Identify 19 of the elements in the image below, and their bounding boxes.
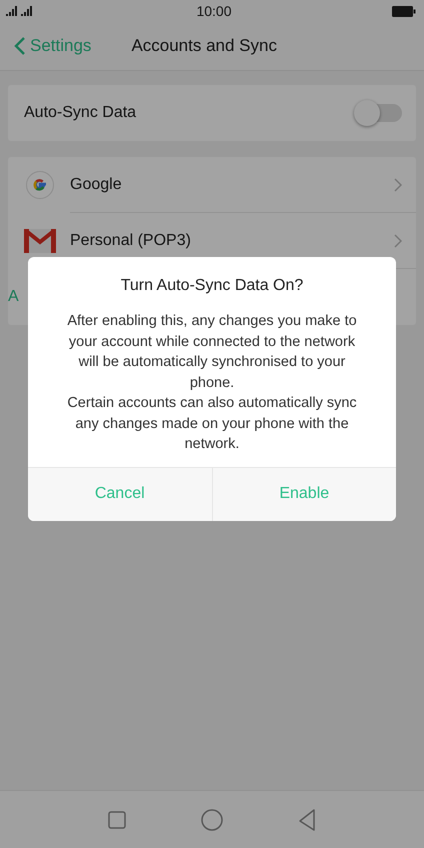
account-label[interactable]: Personal (POP3) — [70, 232, 394, 250]
battery-icon — [392, 6, 416, 16]
chevron-left-icon — [14, 36, 26, 56]
dialog-title: Turn Auto-Sync Data On? — [120, 277, 304, 295]
dialog-button[interactable]: Enable — [212, 468, 396, 520]
dialog-button[interactable]: Cancel — [28, 468, 212, 520]
recent-apps-icon[interactable] — [108, 810, 126, 828]
back-button[interactable]: Settings — [0, 36, 92, 56]
page-title: Accounts and Sync — [131, 36, 277, 56]
dialog-message: After enabling this, any changes you make to your account while connected to the network will be automatically synchronised to your phone. Certain accounts can also automatically sync any changes made on your phone with the network. — [66, 312, 358, 454]
auto-sync-label: Auto-Sync Data — [24, 104, 136, 122]
status-time: 10:00 — [196, 3, 232, 19]
account-label[interactable]: Google — [70, 176, 394, 194]
home-icon[interactable] — [200, 808, 223, 830]
google-g-icon — [24, 171, 56, 199]
back-icon[interactable] — [298, 808, 316, 830]
envelope-icon — [24, 229, 56, 253]
chevron-right-icon — [394, 234, 402, 248]
chevron-right-icon — [394, 178, 402, 192]
